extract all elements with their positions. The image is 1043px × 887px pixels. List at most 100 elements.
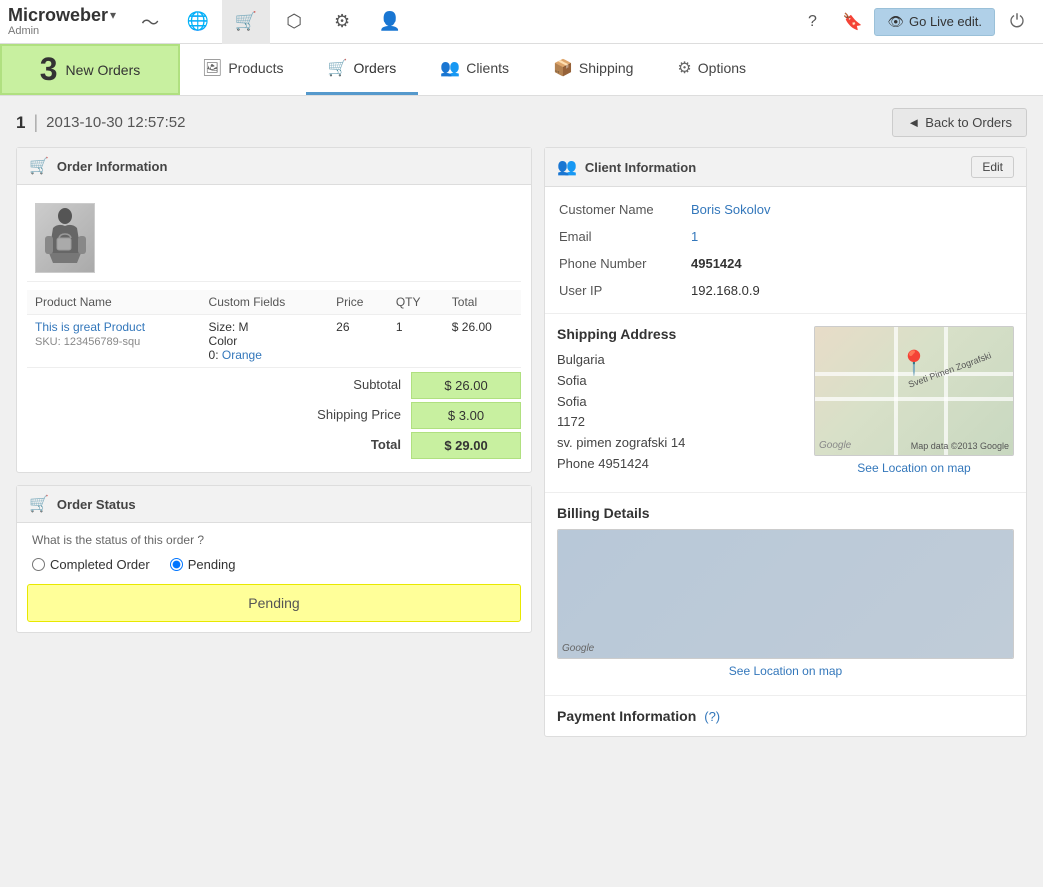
shipping-address: Bulgaria Sofia Sofia 1172 sv. pimen zogr… (557, 350, 804, 475)
pending-label: Pending (188, 557, 236, 572)
billing-title: Billing Details (557, 505, 1014, 521)
color-value-link[interactable]: Orange (222, 348, 262, 362)
orders-tab-icon: 🛒 (328, 58, 348, 78)
sub-navigation: 3 New Orders 🖼 Products 🛒 Orders 👥 Clien… (0, 44, 1043, 96)
tab-orders[interactable]: 🛒 Orders (306, 44, 419, 95)
phone-value: 4951424 (683, 251, 1020, 276)
shipping-phone: Phone 4951424 (557, 454, 804, 475)
back-icon: ◄ (907, 115, 920, 130)
logo-area: Microweber ▾ Admin (8, 6, 116, 38)
shipping-phone-label: Phone (557, 456, 595, 471)
logo-subtitle: Admin (8, 25, 116, 37)
help-nav-btn[interactable]: ? (794, 4, 830, 40)
settings-nav-btn[interactable]: ⚙ (318, 0, 366, 44)
subtotal-value: $ 26.00 (411, 372, 521, 399)
payment-question-mark[interactable]: (?) (704, 709, 720, 724)
ip-value: 192.168.0.9 (683, 278, 1020, 303)
order-table: Product Name Custom Fields Price QTY Tot… (27, 290, 521, 368)
sub-nav-tabs: 🖼 Products 🛒 Orders 👥 Clients 📦 Shipping… (180, 44, 1043, 95)
tab-products[interactable]: 🖼 Products (180, 44, 306, 95)
tab-options[interactable]: ⚙ Options (655, 44, 768, 95)
pending-btn-label: Pending (248, 595, 299, 611)
order-separator: | (33, 112, 38, 133)
back-to-orders-button[interactable]: ◄ Back to Orders (892, 108, 1027, 137)
main-content: 1 | 2013-10-30 12:57:52 ◄ Back to Orders… (0, 96, 1043, 761)
power-button[interactable]: ⏻ (999, 4, 1035, 40)
right-column: 👥 Client Information Edit Customer Name … (544, 147, 1027, 749)
nav-right-group: ? 🔖 👁 Go Live edit. ⏻ (794, 4, 1035, 40)
tab-shipping[interactable]: 📦 Shipping (531, 44, 655, 95)
shipping-city2: Sofia (557, 392, 804, 413)
table-row: This is great Product SKU: 123456789-squ… (27, 315, 521, 368)
shipping-street: sv. pimen zografski 14 (557, 433, 804, 454)
subtotal-label: Subtotal (281, 372, 411, 399)
left-column: 🛒 Order Information (16, 147, 532, 645)
col-product-name: Product Name (27, 290, 201, 315)
shipping-map-container: 📍 Sveti Pimen Zografski Google Map data … (814, 326, 1014, 480)
client-info-table: Customer Name Boris Sokolov Email 1 (545, 187, 1026, 313)
logo-dropdown-arrow[interactable]: ▾ (110, 9, 116, 22)
pending-radio[interactable] (170, 558, 183, 571)
map-google-logo: Google (819, 440, 851, 451)
shipping-text: Shipping Address Bulgaria Sofia Sofia 11… (557, 326, 804, 480)
see-location-link[interactable]: See Location on map (852, 456, 975, 480)
col-qty: QTY (388, 290, 444, 315)
ip-row: User IP 192.168.0.9 (551, 278, 1020, 303)
phone-label: Phone Number (551, 251, 681, 276)
order-status-panel-header: 🛒 Order Status (17, 486, 531, 523)
shipping-city1: Sofia (557, 371, 804, 392)
product-image (35, 203, 95, 273)
product-image-area (27, 195, 521, 282)
analytics-nav-btn[interactable]: 〜 (126, 0, 174, 44)
color-value: 0: Orange (209, 348, 321, 362)
subtotal-row: Subtotal $ 26.00 (27, 372, 521, 399)
product-sku: SKU: 123456789-squ (35, 336, 193, 348)
qty-cell: 1 (388, 315, 444, 368)
email-link[interactable]: 1 (691, 229, 698, 244)
map-background: 📍 Sveti Pimen Zografski Google Map data … (815, 327, 1013, 455)
orders-count: 3 (40, 51, 58, 88)
pending-option[interactable]: Pending (170, 557, 236, 572)
order-id: 1 (16, 113, 25, 133)
order-info-body: Product Name Custom Fields Price QTY Tot… (17, 185, 531, 472)
cart-nav-btn[interactable]: 🛒 (222, 0, 270, 44)
email-value: 1 (683, 224, 1020, 249)
client-info-panel: 👥 Client Information Edit Customer Name … (544, 147, 1027, 737)
order-header: 1 | 2013-10-30 12:57:52 ◄ Back to Orders (16, 108, 1027, 137)
customer-name-row: Customer Name Boris Sokolov (551, 197, 1020, 222)
status-options: Completed Order Pending (27, 557, 521, 572)
go-live-icon: 👁 (887, 14, 904, 30)
new-orders-badge: 3 New Orders (0, 44, 180, 95)
tab-shipping-label: Shipping (579, 60, 634, 76)
order-information-panel: 🛒 Order Information (16, 147, 532, 473)
users-nav-btn[interactable]: 👤 (366, 0, 414, 44)
customer-name-link[interactable]: Boris Sokolov (691, 202, 770, 217)
go-live-button[interactable]: 👁 Go Live edit. (874, 8, 995, 36)
payment-information-section: Payment Information (?) (545, 695, 1026, 736)
order-info-panel-header: 🛒 Order Information (17, 148, 531, 185)
edit-client-button[interactable]: Edit (971, 156, 1014, 178)
product-name-cell: This is great Product SKU: 123456789-squ (27, 315, 201, 368)
order-status-body: What is the status of this order ? Compl… (17, 523, 531, 632)
shipping-title: Shipping Address (557, 326, 804, 342)
total-value: $ 29.00 (411, 432, 521, 459)
billing-see-location-link[interactable]: See Location on map (557, 659, 1014, 683)
workflow-nav-btn[interactable]: ⬡ (270, 0, 318, 44)
order-status-panel: 🛒 Order Status What is the status of thi… (16, 485, 532, 633)
globe-nav-btn[interactable]: 🌐 (174, 0, 222, 44)
shipping-country: Bulgaria (557, 350, 804, 371)
completed-radio[interactable] (32, 558, 45, 571)
options-tab-icon: ⚙ (677, 58, 691, 78)
clients-tab-icon: 👥 (440, 58, 460, 78)
completed-option[interactable]: Completed Order (32, 557, 150, 572)
product-name-link[interactable]: This is great Product (35, 320, 145, 334)
order-status-header-icon: 🛒 (29, 494, 49, 514)
status-pending-button[interactable]: Pending (27, 584, 521, 622)
billing-google-logo: Google (562, 643, 594, 654)
tab-clients[interactable]: 👥 Clients (418, 44, 531, 95)
payment-title: Payment Information (557, 708, 696, 724)
shipping-postal: 1172 (557, 412, 804, 433)
order-status-title: Order Status (57, 497, 136, 512)
bookmark-nav-btn[interactable]: 🔖 (834, 4, 870, 40)
completed-label: Completed Order (50, 557, 150, 572)
